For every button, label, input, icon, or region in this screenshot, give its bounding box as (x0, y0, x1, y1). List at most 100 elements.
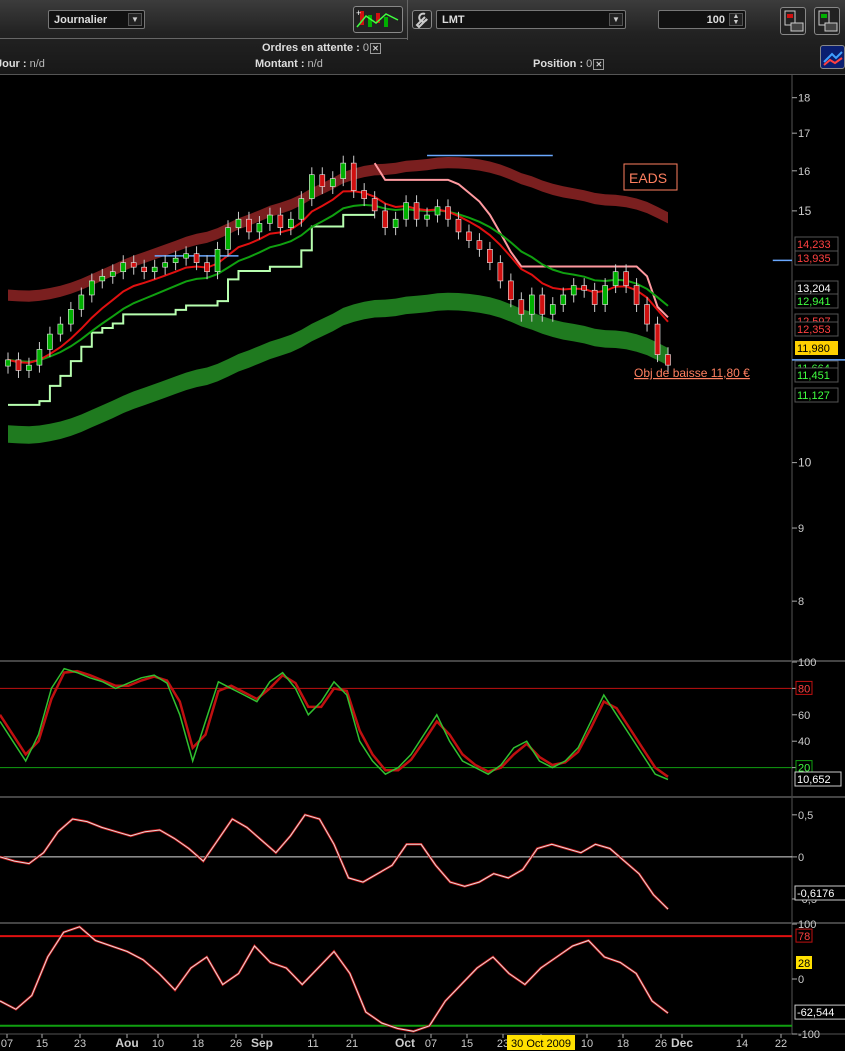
candle-body (109, 271, 116, 277)
y-tick-label: 15 (798, 204, 812, 218)
candle-body (89, 280, 95, 296)
toolbar: Journalier ▼ + LMT ▼ 100 ▲ ▼ Ordres en a… (0, 0, 845, 75)
candle-body (26, 364, 32, 371)
candle (403, 195, 409, 227)
wrench-button[interactable] (412, 10, 432, 29)
y-tick-label: 8 (798, 596, 804, 608)
candle (434, 199, 441, 223)
sell-button[interactable] (814, 7, 840, 35)
close-icon[interactable]: ✕ (593, 58, 605, 70)
candle (413, 195, 420, 227)
candle-body (570, 285, 577, 296)
candle-body (508, 280, 514, 301)
candle-body (183, 253, 189, 259)
x-tick-label: Dec (671, 1036, 693, 1050)
candle (162, 255, 168, 275)
candle (361, 183, 367, 207)
y-tick-label: 60 (798, 710, 810, 722)
candle (57, 316, 64, 342)
price-label-text: 11,127 (797, 390, 830, 402)
price-label-text: 11,451 (797, 370, 830, 382)
candle (5, 352, 11, 374)
price-label: 11,451 (794, 367, 839, 383)
rsi-level-badge-text: 78 (798, 931, 810, 943)
last-value-text: 10,652 (797, 774, 831, 786)
chevron-down-icon[interactable]: ▼ (128, 13, 142, 26)
pending-orders-value: 0 (362, 42, 369, 54)
candle-body (633, 285, 640, 305)
x-tick-label: 18 (617, 1038, 629, 1050)
last-value-text: -62,544 (797, 1007, 834, 1019)
candle-body (68, 309, 74, 325)
candle-body (612, 271, 619, 286)
candle (549, 297, 556, 322)
x-tick-label: 18 (192, 1038, 204, 1050)
indicator-toggle-button[interactable]: + (353, 6, 403, 33)
candle-body (361, 190, 367, 199)
candle (466, 224, 472, 249)
rsi-level-badge: 78 (795, 928, 813, 943)
position-value: 0 (586, 58, 593, 70)
pending-orders: Ordres en attente : 0 ✕ (262, 42, 381, 54)
pending-orders-label: Ordres en attente : (262, 42, 360, 54)
candle-body (5, 359, 11, 367)
sell-order-icon (818, 10, 838, 32)
buy-order-icon (784, 10, 804, 32)
x-tick-label: 26 (230, 1038, 242, 1050)
x-tick-label: Sep (251, 1036, 273, 1050)
candle (329, 171, 336, 195)
y-tick-label: 0 (798, 974, 804, 986)
y-tick-label: 0,5 (798, 810, 813, 822)
y-tick-label: 16 (798, 166, 810, 178)
candle (392, 211, 399, 236)
order-type-select[interactable]: LMT ▼ (436, 10, 626, 29)
price-label-text: 14,233 (797, 239, 831, 251)
candle-body (434, 206, 441, 216)
candle (172, 250, 179, 271)
y-tick-label: 9 (798, 523, 804, 535)
y-tick-label: 10 (798, 456, 812, 470)
period-select[interactable]: Journalier ▼ (48, 10, 145, 29)
close-icon[interactable]: ✕ (370, 42, 381, 54)
price-label: 12,941 (794, 293, 839, 309)
candle-body (172, 257, 179, 263)
candle (497, 255, 504, 289)
candle-body (549, 304, 556, 315)
stepper-arrows-icon[interactable]: ▲ ▼ (729, 13, 743, 26)
day-label: Jour : (0, 58, 27, 70)
day-value: n/d (29, 58, 45, 70)
y-tick-label: 18 (798, 93, 810, 105)
candle (78, 287, 85, 317)
candle-body (350, 162, 357, 191)
candle (235, 211, 242, 236)
candle-body (413, 202, 420, 220)
x-tick-label: 22 (775, 1038, 787, 1050)
period-select-value: Journalier (54, 14, 108, 26)
trend-arrows-icon (823, 51, 843, 66)
quantity-stepper[interactable]: 100 ▲ ▼ (658, 10, 746, 29)
x-tick-label: 15 (36, 1038, 48, 1050)
order-type-select-value: LMT (442, 14, 465, 26)
buy-button[interactable] (780, 7, 806, 35)
quantity-value: 100 (706, 14, 725, 26)
candle-body (340, 162, 347, 179)
candle-body (424, 214, 430, 220)
candle-body (47, 333, 53, 350)
trend-button[interactable] (820, 45, 845, 69)
candle (309, 167, 315, 207)
pane-divider (0, 796, 845, 798)
candle (476, 233, 483, 257)
candle-body (319, 174, 326, 187)
rsi-line (0, 926, 669, 1032)
chevron-down-icon[interactable]: ▼ (609, 13, 623, 26)
candle-body (204, 262, 210, 273)
candle-body (162, 262, 168, 268)
title-box-text: EADS (629, 170, 667, 186)
candle-body (288, 218, 294, 228)
candle-body (225, 227, 231, 250)
amount-info: Montant : n/d (255, 58, 323, 70)
position-info: Position : 0 ✕ (533, 58, 605, 70)
svg-text:+: + (356, 8, 361, 18)
chart-area[interactable]: 89101516171814,23313,93513,20412,94112,5… (0, 74, 845, 1051)
price-label-text: 12,941 (797, 296, 831, 308)
